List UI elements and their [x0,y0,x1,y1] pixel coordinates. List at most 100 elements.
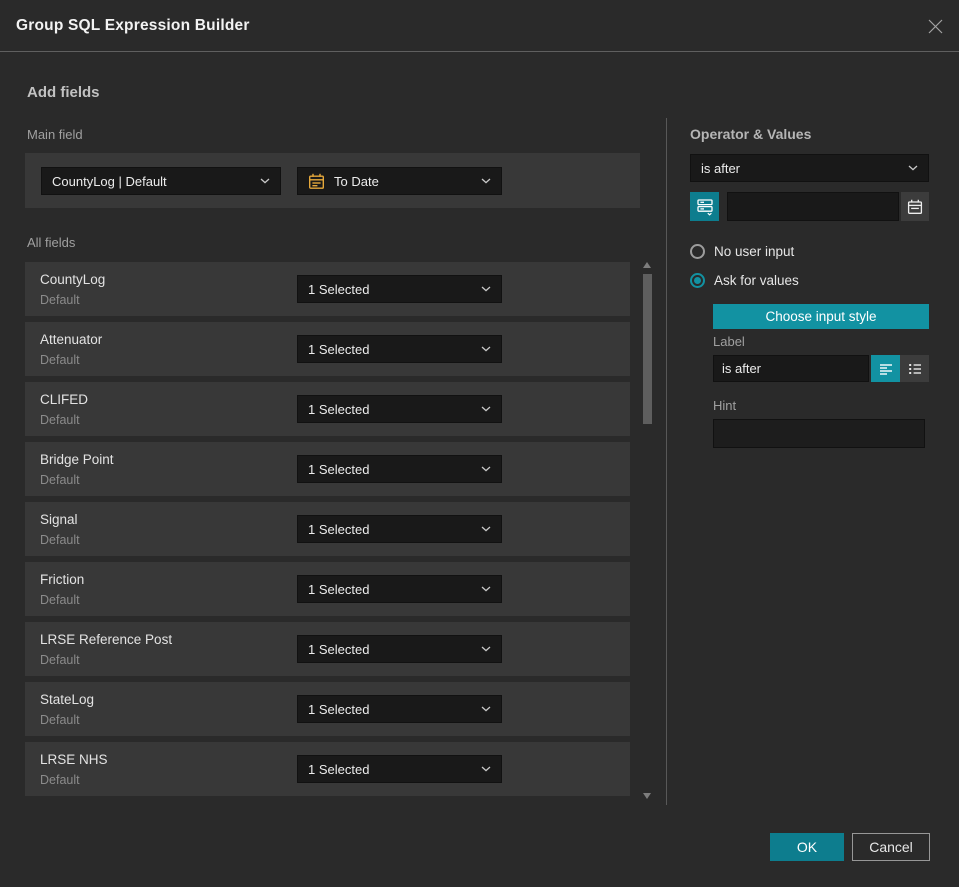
field-values-select-value: 1 Selected [308,761,370,777]
chevron-down-icon [473,766,491,772]
field-row: Attenuator Default 1 Selected [25,322,630,376]
choose-input-style-button[interactable]: Choose input style [713,304,929,329]
scrollbar-thumb[interactable] [643,274,652,424]
field-values-select[interactable]: 1 Selected [297,455,502,483]
multiple-values-button[interactable] [690,192,719,221]
all-fields-list: CountyLog Default 1 Selected Attenuator … [25,260,652,803]
field-values-select[interactable]: 1 Selected [297,755,502,783]
dialog-titlebar: Group SQL Expression Builder [0,0,959,52]
chevron-down-icon [473,526,491,532]
operator-select[interactable]: is after [690,154,929,182]
field-name: Attenuator [40,332,103,347]
radio-ask-for-values-label: Ask for values [714,273,799,288]
label-field-label: Label [713,334,745,349]
main-field-select[interactable]: CountyLog | Default [41,167,281,195]
label-input[interactable] [713,355,869,382]
radio-circle-icon [690,244,705,259]
main-field-label: Main field [27,127,83,142]
scrollbar-up-arrow-icon[interactable] [643,262,651,268]
chevron-down-icon [252,178,270,184]
field-values-select-value: 1 Selected [308,521,370,537]
field-name: CountyLog [40,272,106,287]
field-values-select[interactable]: 1 Selected [297,635,502,663]
chevron-down-icon [473,586,491,592]
chevron-down-icon [473,178,491,184]
field-subtitle: Default [40,413,80,427]
field-values-select-value: 1 Selected [308,281,370,297]
field-subtitle: Default [40,713,80,727]
field-row: LRSE NHS Default 1 Selected [25,742,630,796]
field-row: CountyLog Default 1 Selected [25,262,630,316]
scrollbar-down-arrow-icon[interactable] [643,793,651,799]
dialog-title: Group SQL Expression Builder [16,17,250,34]
chevron-down-icon [473,706,491,712]
group-sql-expression-builder-dialog: Group SQL Expression Builder Add fields … [0,0,959,887]
date-picker-button[interactable] [901,192,929,221]
field-values-select[interactable]: 1 Selected [297,695,502,723]
field-values-select-value: 1 Selected [308,641,370,657]
single-line-input-icon [879,363,892,375]
value-input[interactable] [727,192,899,221]
list-input-icon [908,363,921,374]
vertical-divider [666,118,667,805]
field-rows: CountyLog Default 1 Selected Attenuator … [25,262,630,802]
operator-values-heading: Operator & Values [690,126,812,142]
chevron-down-icon [900,165,918,171]
chevron-down-icon [473,346,491,352]
radio-ask-for-values[interactable]: Ask for values [690,273,799,288]
cancel-button[interactable]: Cancel [852,833,930,861]
field-row: StateLog Default 1 Selected [25,682,630,736]
calendar-icon [907,199,923,214]
radio-selected-icon [690,273,705,288]
field-name: StateLog [40,692,95,707]
field-row: Bridge Point Default 1 Selected [25,442,630,496]
radio-no-user-input[interactable]: No user input [690,244,794,259]
hint-input[interactable] [713,419,925,448]
field-subtitle: Default [40,293,80,307]
field-subtitle: Default [40,533,80,547]
main-field-select-value: CountyLog | Default [52,173,167,189]
field-name: LRSE NHS [40,752,108,767]
radio-no-user-input-label: No user input [714,244,795,259]
main-date-field-select[interactable]: To Date [297,167,502,195]
list-style-button[interactable] [900,355,929,382]
field-name: Bridge Point [40,452,114,467]
operator-select-value: is after [701,160,741,176]
field-row: LRSE Reference Post Default 1 Selected [25,622,630,676]
field-subtitle: Default [40,593,80,607]
ok-button[interactable]: OK [770,833,844,861]
all-fields-label: All fields [27,235,76,250]
field-values-select[interactable]: 1 Selected [297,335,502,363]
field-name: LRSE Reference Post [40,632,173,647]
chevron-down-icon [473,286,491,292]
field-subtitle: Default [40,473,80,487]
close-button[interactable] [925,16,945,36]
field-values-select[interactable]: 1 Selected [297,275,502,303]
calendar-icon [308,173,325,190]
field-row: CLIFED Default 1 Selected [25,382,630,436]
hint-field-label: Hint [713,398,737,413]
main-field-panel: CountyLog | Default To Date [25,153,640,208]
field-values-select-value: 1 Selected [308,701,370,717]
field-values-select[interactable]: 1 Selected [297,395,502,423]
chevron-down-icon [473,646,491,652]
close-icon [928,19,942,33]
single-line-style-button[interactable] [871,355,900,382]
field-subtitle: Default [40,353,80,367]
field-subtitle: Default [40,773,80,787]
add-fields-heading: Add fields [27,84,100,101]
field-subtitle: Default [40,653,80,667]
field-name: Signal [40,512,78,527]
list-scrollbar[interactable] [643,260,652,803]
field-values-select-value: 1 Selected [308,461,370,477]
field-row: Signal Default 1 Selected [25,502,630,556]
chevron-down-icon [473,466,491,472]
field-name: Friction [40,572,85,587]
field-values-select[interactable]: 1 Selected [297,575,502,603]
chevron-down-icon [473,406,491,412]
main-date-select-value: To Date [334,173,379,189]
field-values-select[interactable]: 1 Selected [297,515,502,543]
field-row: Friction Default 1 Selected [25,562,630,616]
field-values-select-value: 1 Selected [308,341,370,357]
stacked-values-icon [696,199,713,216]
